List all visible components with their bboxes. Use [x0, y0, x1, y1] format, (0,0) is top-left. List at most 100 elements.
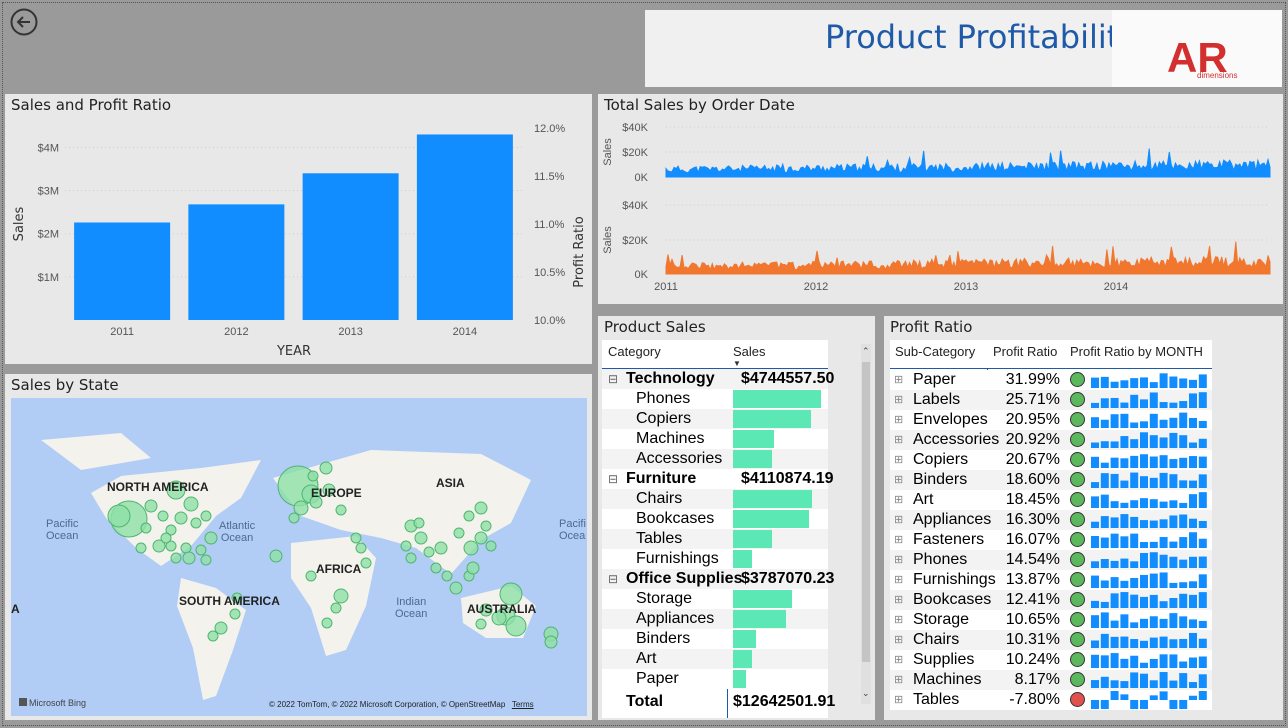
- sales-bubble[interactable]: [293, 500, 309, 516]
- sales-bubble[interactable]: [466, 561, 480, 575]
- subcategory-row[interactable]: Art: [602, 649, 828, 669]
- sales-bubble[interactable]: [480, 520, 492, 532]
- subcategory-row[interactable]: ⊞ Copiers 20.67%: [890, 450, 1212, 470]
- sales-bubble[interactable]: [485, 540, 497, 552]
- sales-bubble[interactable]: [463, 510, 475, 522]
- bar-2014[interactable]: [416, 134, 513, 320]
- sales-bubble[interactable]: [400, 540, 412, 552]
- subcategory-row[interactable]: ⊞ Chairs 10.31%: [890, 630, 1212, 650]
- bar-2012[interactable]: [188, 204, 285, 320]
- total-sales-chart[interactable]: $40K $20K 0K Sales $40K $20K 0K Sales 2011 2012 20…: [598, 94, 1283, 304]
- subcategory-row[interactable]: Bookcases: [602, 509, 828, 529]
- sales-bubble[interactable]: [505, 615, 527, 637]
- terms-link[interactable]: Terms: [512, 700, 534, 709]
- total-sales-panel[interactable]: Total Sales by Order Date $40K $20K 0K Sale…: [598, 94, 1283, 304]
- sort-desc-icon[interactable]: ▼: [733, 359, 741, 368]
- column-header-sales[interactable]: Sales: [733, 344, 766, 359]
- product-sales-panel[interactable]: Product Sales Category Sales ▼ ⊟ Technolo…: [598, 316, 875, 720]
- sales-bubble[interactable]: [350, 532, 362, 544]
- sales-bubble[interactable]: [182, 551, 196, 565]
- subcategory-row[interactable]: Binders: [602, 629, 828, 649]
- expand-icon[interactable]: ⊞: [894, 410, 903, 430]
- subcategory-row[interactable]: ⊞ Furnishings 13.87%: [890, 570, 1212, 590]
- sales-bubble[interactable]: [307, 470, 319, 482]
- sales-bubble[interactable]: [305, 570, 317, 582]
- subcategory-row[interactable]: Tables: [602, 529, 828, 549]
- sales-bubble[interactable]: [321, 617, 333, 629]
- expand-icon[interactable]: ⊞: [894, 530, 903, 550]
- expand-icon[interactable]: ⊞: [894, 610, 903, 630]
- collapse-icon[interactable]: ⊟: [608, 369, 618, 389]
- expand-icon[interactable]: ⊞: [894, 590, 903, 610]
- sales-bubble[interactable]: [360, 557, 372, 569]
- expand-icon[interactable]: ⊞: [894, 650, 903, 670]
- subcategory-row[interactable]: Phones: [602, 389, 828, 409]
- subcategory-row[interactable]: ⊞ Tables -7.80%: [890, 690, 1212, 710]
- expand-icon[interactable]: ⊞: [894, 670, 903, 690]
- sales-bubble[interactable]: [183, 496, 199, 512]
- sales-bubble[interactable]: [204, 531, 218, 545]
- sales-line-blue[interactable]: [665, 148, 1271, 178]
- subcategory-row[interactable]: ⊞ Bookcases 12.41%: [890, 590, 1212, 610]
- column-header-profit-ratio[interactable]: Profit Ratio: [993, 344, 1057, 359]
- expand-icon[interactable]: ⊞: [894, 690, 903, 710]
- sales-bubble[interactable]: [430, 562, 442, 574]
- scroll-up-icon[interactable]: ⌃: [862, 346, 870, 357]
- sales-bubble[interactable]: [200, 510, 212, 522]
- sales-bubble[interactable]: [170, 552, 182, 564]
- back-arrow-icon[interactable]: [10, 8, 38, 36]
- sales-bubble[interactable]: [463, 540, 479, 556]
- sales-bubble[interactable]: [335, 504, 347, 516]
- sales-bubble[interactable]: [160, 532, 172, 544]
- sales-bubble[interactable]: [475, 618, 487, 630]
- scrollbar-thumb[interactable]: [862, 362, 870, 662]
- world-map[interactable]: NORTH AMERICA SOUTH AMERICA EUROPE AFRIC…: [11, 398, 587, 716]
- subcategory-row[interactable]: ⊞ Storage 10.65%: [890, 610, 1212, 630]
- sales-bubble[interactable]: [330, 602, 342, 614]
- category-row[interactable]: ⊟ Office Supplies $3787070.23: [602, 569, 834, 589]
- subcategory-row[interactable]: ⊞ Phones 14.54%: [890, 550, 1212, 570]
- sales-bubble[interactable]: [207, 630, 219, 642]
- subcategory-row[interactable]: ⊞ Art 18.45%: [890, 490, 1212, 510]
- collapse-icon[interactable]: ⊟: [608, 569, 618, 589]
- sales-bubble[interactable]: [414, 531, 428, 545]
- subcategory-row[interactable]: Storage: [602, 589, 828, 609]
- sales-bubble[interactable]: [434, 541, 448, 555]
- sales-bubble[interactable]: [413, 517, 425, 529]
- sales-bubble[interactable]: [107, 504, 131, 528]
- subcategory-row[interactable]: ⊞ Supplies 10.24%: [890, 650, 1212, 670]
- expand-icon[interactable]: ⊞: [894, 390, 903, 410]
- map-panel[interactable]: Sales by State NORTH AMERICA SOUTH AMERI…: [5, 374, 592, 720]
- subcategory-row[interactable]: ⊞ Labels 25.71%: [890, 390, 1212, 410]
- subcategory-row[interactable]: ⊞ Paper 31.99%: [890, 370, 1212, 390]
- sales-bubble[interactable]: [180, 542, 192, 554]
- sales-bubble[interactable]: [474, 501, 488, 515]
- expand-icon[interactable]: ⊞: [894, 470, 903, 490]
- sales-bubble[interactable]: [157, 510, 169, 522]
- subcategory-row[interactable]: Machines: [602, 429, 828, 449]
- column-header-category[interactable]: Category: [608, 344, 661, 359]
- expand-icon[interactable]: ⊞: [894, 430, 903, 450]
- sales-bubble[interactable]: [423, 546, 435, 558]
- category-row[interactable]: ⊟ Furniture $4110874.19: [602, 469, 834, 489]
- sales-bubble[interactable]: [144, 499, 158, 513]
- profit-ratio-panel[interactable]: Profit Ratio Sub-Category Profit Ratio P…: [884, 316, 1283, 720]
- subcategory-row[interactable]: ⊞ Envelopes 20.95%: [890, 410, 1212, 430]
- sales-bubble[interactable]: [190, 517, 202, 529]
- collapse-icon[interactable]: ⊟: [608, 469, 618, 489]
- subcategory-row[interactable]: ⊞ Fasteners 16.07%: [890, 530, 1212, 550]
- sales-bubble[interactable]: [140, 522, 152, 534]
- subcategory-row[interactable]: Paper: [602, 669, 828, 689]
- expand-icon[interactable]: ⊞: [894, 550, 903, 570]
- subcategory-row[interactable]: Accessories: [602, 449, 828, 469]
- subcategory-row[interactable]: Appliances: [602, 609, 828, 629]
- scroll-down-icon[interactable]: ⌄: [862, 688, 870, 699]
- expand-icon[interactable]: ⊞: [894, 570, 903, 590]
- expand-icon[interactable]: ⊞: [894, 490, 903, 510]
- sales-bubble[interactable]: [405, 552, 417, 564]
- sales-profit-chart[interactable]: $1M $2M $3M $4M 10.0% 10.5% 11.0% 11.5% 12.0% 201…: [5, 94, 592, 364]
- scrollbar[interactable]: ⌃ ⌄: [861, 344, 871, 704]
- column-header-profit-ratio-by-month[interactable]: Profit Ratio by MONTH: [1070, 344, 1203, 359]
- category-row[interactable]: ⊟ Technology $4744557.50: [602, 369, 834, 389]
- expand-icon[interactable]: ⊞: [894, 370, 903, 390]
